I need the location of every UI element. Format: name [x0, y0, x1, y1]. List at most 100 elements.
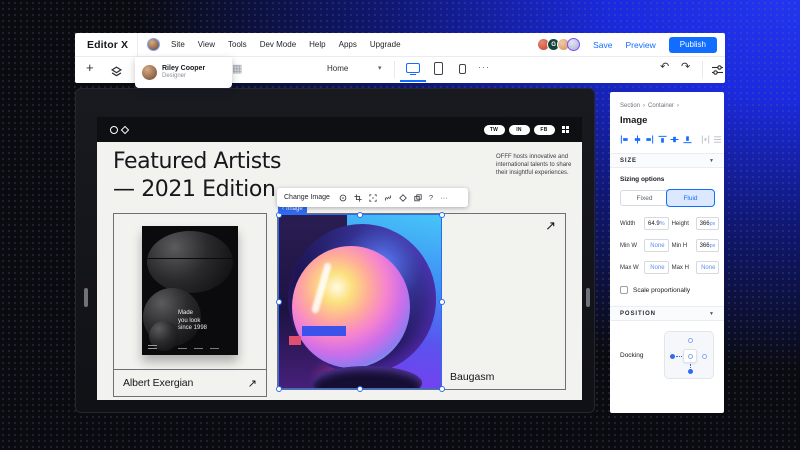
breadcrumb-container[interactable]: Container — [648, 103, 674, 109]
min-width-input[interactable]: None — [644, 239, 669, 252]
artist-card-albert[interactable]: Made you look since 1998 Albert Exergian… — [113, 213, 267, 397]
alignment-toolbar — [620, 135, 714, 144]
site-logo-icon[interactable] — [110, 126, 128, 134]
social-link-in[interactable]: IN — [509, 125, 530, 135]
distribute-horizontal-icon[interactable] — [701, 135, 710, 144]
layers-icon[interactable] — [111, 64, 122, 82]
width-input[interactable]: 64.9 % — [644, 217, 669, 230]
social-link-fb[interactable]: FB — [534, 125, 555, 135]
menu-item-dev-mode[interactable]: Dev Mode — [260, 40, 296, 49]
dock-bottom-dot[interactable] — [688, 369, 693, 374]
dock-left-dot[interactable] — [670, 354, 675, 359]
adjust-settings-icon[interactable] — [711, 63, 724, 81]
align-center-vertical-icon[interactable] — [670, 135, 679, 144]
hero-description[interactable]: OFFF hosts innovative and international … — [496, 154, 572, 177]
breadcrumb-separator-icon: › — [677, 103, 679, 109]
menu-item-tools[interactable]: Tools — [228, 40, 247, 49]
change-image-button[interactable]: Change Image — [284, 194, 330, 201]
image-toolbar: Change Image — [277, 188, 468, 207]
add-element-button[interactable]: + — [86, 60, 94, 75]
resize-handle[interactable] — [276, 299, 282, 305]
more-breakpoints-icon[interactable]: ··· — [478, 62, 490, 72]
min-height-input[interactable]: 366 px — [696, 239, 720, 252]
menu-item-help[interactable]: Help — [309, 40, 325, 49]
min-height-label: Min H — [672, 243, 693, 249]
scale-proportionally-row: Scale proportionally — [620, 286, 714, 294]
resize-handle[interactable] — [357, 386, 363, 392]
height-input[interactable]: 366 px — [696, 217, 720, 230]
dock-center-dot[interactable] — [688, 354, 693, 359]
size-section-header[interactable]: SIZE ▼ — [610, 153, 724, 168]
filters-icon[interactable] — [414, 194, 422, 202]
page-selector[interactable]: Home — [327, 64, 348, 73]
dock-right-dot[interactable] — [702, 354, 707, 359]
position-section-header[interactable]: POSITION ▼ — [610, 306, 724, 321]
chevron-down-icon[interactable]: ▾ — [378, 64, 382, 72]
collapse-icon[interactable]: ▼ — [709, 158, 714, 164]
arrow-up-right-icon[interactable]: ↗ — [248, 377, 257, 390]
page-width-handle-left[interactable] — [84, 288, 88, 307]
resize-handle[interactable] — [439, 299, 445, 305]
menu-item-upgrade[interactable]: Upgrade — [370, 40, 401, 49]
menu-item-view[interactable]: View — [198, 40, 215, 49]
social-link-tw[interactable]: TW — [484, 125, 505, 135]
resize-handle[interactable] — [439, 212, 445, 218]
max-height-input[interactable]: None — [696, 261, 720, 274]
link-icon[interactable] — [384, 194, 392, 202]
settings-icon[interactable] — [339, 194, 347, 202]
max-width-input[interactable]: None — [644, 261, 669, 274]
docking-control[interactable] — [664, 331, 714, 379]
dock-top-dot[interactable] — [688, 338, 693, 343]
focal-point-icon[interactable] — [369, 194, 377, 202]
mode-fluid-button[interactable]: Fluid — [667, 190, 714, 206]
glitch-rectangle — [302, 326, 346, 336]
crop-icon[interactable] — [354, 194, 362, 202]
undo-icon[interactable]: ↶ — [660, 60, 669, 73]
menu-item-site[interactable]: Site — [171, 40, 185, 49]
site-menu-icon[interactable] — [562, 126, 570, 134]
publish-button[interactable]: Publish — [669, 37, 717, 53]
height-label: Height — [672, 221, 693, 227]
more-options-icon[interactable]: ··· — [440, 193, 448, 202]
mobile-breakpoint-button[interactable] — [459, 64, 466, 75]
poster-image[interactable]: Made you look since 1998 — [142, 226, 238, 355]
collapse-icon[interactable]: ▼ — [709, 311, 714, 317]
distribute-vertical-icon[interactable] — [713, 135, 722, 144]
mode-fixed-button[interactable]: Fixed — [621, 191, 668, 205]
divider — [394, 61, 395, 78]
hero-title[interactable]: Featured Artists — 2021 Edition — [113, 148, 281, 204]
collaborator-avatar[interactable] — [567, 38, 580, 51]
align-center-horizontal-icon[interactable] — [633, 135, 642, 144]
selected-image-astronaut[interactable] — [278, 214, 442, 389]
tablet-breakpoint-button[interactable] — [434, 62, 443, 75]
grid-layout-icon[interactable]: ▦ — [232, 62, 242, 75]
inspector-title: Image — [620, 115, 714, 126]
docking-label: Docking — [620, 352, 643, 359]
user-avatar[interactable] — [147, 38, 160, 51]
arrow-up-right-icon[interactable]: ↗ — [545, 218, 556, 234]
align-top-icon[interactable] — [658, 135, 667, 144]
collaborator-role: Designer — [162, 73, 205, 80]
scale-proportionally-checkbox[interactable] — [620, 286, 628, 294]
width-label: Width — [620, 221, 641, 227]
align-left-icon[interactable] — [620, 135, 629, 144]
resize-handle[interactable] — [357, 212, 363, 218]
collaborator-popover[interactable]: Riley Cooper Designer — [135, 57, 232, 88]
redo-icon[interactable]: ↷ — [681, 60, 690, 73]
menu-item-apps[interactable]: Apps — [339, 40, 357, 49]
resize-handle[interactable] — [276, 386, 282, 392]
avatar — [142, 65, 157, 80]
page-width-handle-right[interactable] — [586, 288, 590, 307]
max-height-label: Max H — [672, 265, 693, 271]
sizing-options-label: Sizing options — [620, 176, 714, 183]
preview-button[interactable]: Preview — [626, 40, 656, 50]
resize-handle[interactable] — [439, 386, 445, 392]
align-right-icon[interactable] — [645, 135, 654, 144]
editor-x-workspace: Editor X Site View Tools Dev Mode Help A… — [0, 0, 800, 450]
desktop-breakpoint-button[interactable] — [406, 63, 420, 73]
align-bottom-icon[interactable] — [683, 135, 692, 144]
help-icon[interactable]: ? — [429, 193, 433, 202]
animation-icon[interactable] — [399, 194, 407, 202]
save-button[interactable]: Save — [593, 40, 612, 50]
breadcrumb-section[interactable]: Section — [620, 103, 640, 109]
